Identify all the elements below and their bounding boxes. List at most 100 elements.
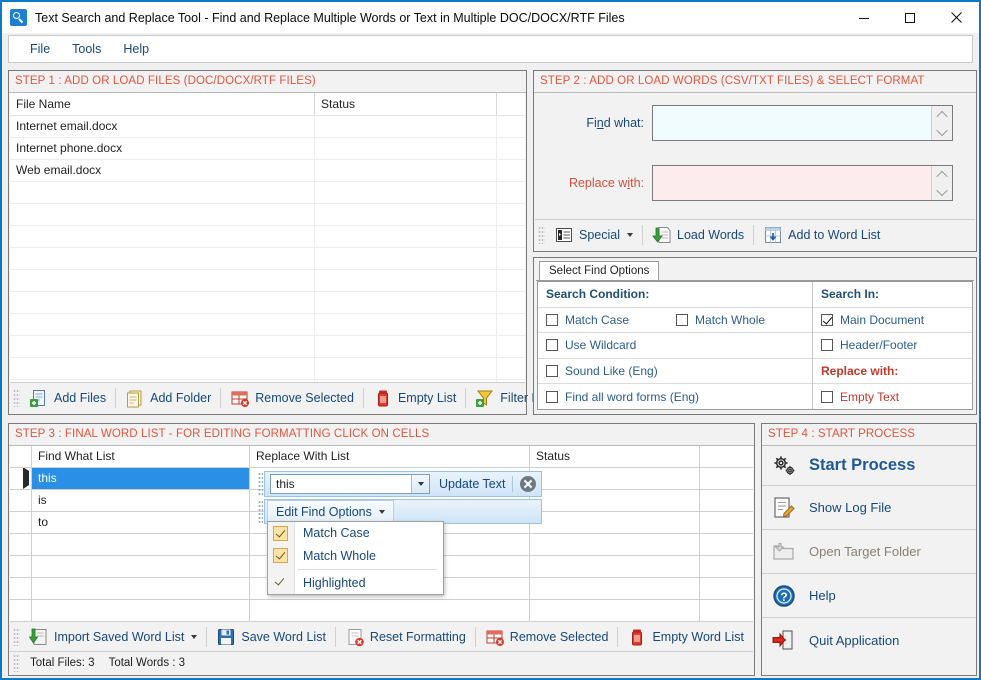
table-row-empty[interactable] (10, 336, 525, 358)
tab-select-find-options[interactable]: Select Find Options (539, 261, 660, 281)
checkbox-match-case[interactable] (546, 313, 558, 326)
start-process-button[interactable]: Start Process (762, 446, 976, 486)
import-saved-word-list-button[interactable]: Import Saved Word List (22, 624, 204, 650)
save-word-list-button[interactable]: Save Word List (209, 624, 333, 650)
menu-tools[interactable]: Tools (61, 39, 112, 59)
chevron-down-icon[interactable] (191, 635, 198, 639)
find-what-field[interactable] (652, 105, 953, 141)
label-match-whole: Match Whole (695, 312, 766, 327)
empty-list-button[interactable]: Empty List (366, 385, 463, 411)
find-what-input[interactable] (653, 106, 931, 140)
toolbar-grip[interactable] (13, 389, 20, 407)
menu-file[interactable]: File (19, 39, 61, 59)
update-text-button[interactable]: Update Text (439, 477, 505, 491)
table-row-empty[interactable] (10, 358, 525, 380)
column-file-name[interactable]: File Name (10, 93, 315, 115)
checkbox-sound-like[interactable] (546, 364, 558, 377)
cell-find-what[interactable]: is (32, 490, 250, 511)
help-button[interactable]: ? Help (762, 574, 976, 618)
checkbox-find-all-word-forms[interactable] (546, 390, 558, 403)
cell-editor-grip[interactable] (258, 472, 263, 496)
add-to-word-list-button[interactable]: Add to Word List (756, 222, 887, 248)
add-folder-button[interactable]: Add Folder (118, 385, 218, 411)
open-target-folder-button[interactable]: Open Target Folder (762, 530, 976, 574)
table-row-empty[interactable] (10, 248, 525, 270)
column-status[interactable]: Status (315, 93, 497, 115)
edit-find-options-label: Edit Find Options (276, 504, 372, 519)
empty-word-list-button[interactable]: Empty Word List (620, 624, 750, 650)
cell-extra (700, 490, 753, 511)
cell-find-what[interactable]: to (32, 512, 250, 533)
menu-item-match-case[interactable]: Match Case (268, 522, 443, 544)
replace-with-spinner[interactable] (931, 166, 952, 200)
cell-extra (497, 138, 525, 159)
table-row-empty[interactable] (10, 270, 525, 292)
column-status[interactable]: Status (530, 446, 700, 467)
replace-with-field[interactable] (652, 165, 953, 201)
column-find-what-list[interactable]: Find What List (32, 446, 250, 467)
table-row-empty[interactable] (10, 204, 525, 226)
menu-item-highlighted[interactable]: Highlighted (268, 572, 443, 594)
replace-with-input[interactable] (653, 166, 931, 200)
minimize-button[interactable] (841, 2, 887, 33)
close-button[interactable] (933, 2, 979, 33)
column-extra[interactable] (497, 93, 525, 115)
toolbar-grip[interactable] (13, 628, 20, 646)
application-window: Text Search and Replace Tool - Find and … (0, 0, 981, 680)
log-file-icon (774, 496, 795, 518)
column-replace-with-list[interactable]: Replace With List (250, 446, 530, 467)
toolbar-grip[interactable] (538, 226, 545, 244)
quit-application-button[interactable]: Quit Application (762, 618, 976, 662)
spin-up-icon[interactable] (932, 166, 952, 183)
reset-formatting-label: Reset Formatting (369, 630, 466, 644)
menu-help[interactable]: Help (112, 39, 160, 59)
close-circle-icon[interactable] (520, 476, 537, 492)
cell-editor-popup[interactable]: this Update Text (264, 471, 542, 497)
find-options-table: Search Condition: Match Case Match Whole… (537, 281, 973, 410)
spin-down-icon[interactable] (932, 183, 952, 200)
reset-formatting-button[interactable]: Reset Formatting (338, 624, 473, 650)
label-header-footer: Header/Footer (840, 338, 918, 353)
table-row-empty[interactable] (10, 314, 525, 336)
menu-item-match-whole[interactable]: Match Whole (268, 544, 443, 566)
chevron-down-icon[interactable] (378, 509, 385, 514)
checkbox-empty-text[interactable] (821, 390, 833, 403)
remove-selected-words-button[interactable]: Remove Selected (478, 624, 616, 650)
search-in-heading-row: Search In: (813, 282, 972, 308)
step4-panel: STEP 4 : START PROCESS Start Process Sho… (761, 423, 977, 676)
edit-find-options-menu[interactable]: Match Case Match Whole Highlighted (267, 521, 444, 595)
options-bar-grip[interactable] (258, 500, 263, 524)
table-row-empty[interactable] (10, 182, 525, 204)
cell-find-what[interactable]: this (32, 468, 250, 489)
checkbox-use-wildcard[interactable] (546, 339, 558, 352)
table-row-empty[interactable] (10, 600, 753, 622)
checkbox-main-document[interactable] (821, 313, 833, 326)
find-what-spinner[interactable] (931, 106, 952, 140)
chevron-down-icon[interactable] (627, 233, 633, 237)
maximize-button[interactable] (887, 2, 933, 33)
file-list-grid[interactable]: File Name Status Internet email.docx Int… (10, 93, 525, 383)
remove-selected-button[interactable]: Remove Selected (223, 385, 361, 411)
add-files-button[interactable]: Add Files (22, 385, 113, 411)
column-extra[interactable] (700, 446, 753, 467)
spin-up-icon[interactable] (932, 106, 952, 123)
load-words-button[interactable]: Load Words (645, 222, 751, 248)
cell-status (530, 490, 700, 511)
checkbox-header-footer[interactable] (821, 339, 833, 352)
window-controls (841, 2, 979, 33)
special-button[interactable]: Special (547, 222, 640, 248)
replace-text-combo[interactable]: this (270, 474, 430, 494)
menu-item-match-case-label: Match Case (303, 526, 370, 541)
table-row[interactable]: Internet phone.docx (10, 138, 525, 160)
spin-down-icon[interactable] (932, 123, 952, 140)
table-row[interactable]: Internet email.docx (10, 116, 525, 138)
search-condition-heading-row: Search Condition: (538, 282, 812, 308)
table-row-empty[interactable] (10, 292, 525, 314)
table-row-empty[interactable] (10, 226, 525, 248)
edit-find-options-button[interactable]: Edit Find Options (267, 500, 394, 523)
checkbox-match-whole[interactable] (676, 313, 689, 326)
table-row[interactable]: Web email.docx (10, 160, 525, 182)
total-files-label: Total Files: 3 (30, 657, 95, 669)
show-log-file-button[interactable]: Show Log File (762, 486, 976, 530)
combo-chevron-down-icon[interactable] (411, 475, 429, 493)
